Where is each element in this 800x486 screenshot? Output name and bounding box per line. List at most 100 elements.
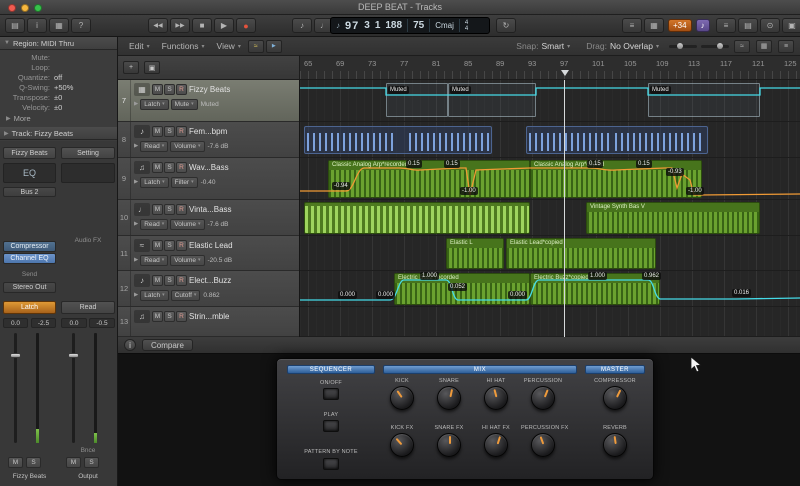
inspector-row[interactable]: Q-Swing: +50% <box>0 82 117 92</box>
automation-param-select[interactable]: Volume ▾ <box>170 140 205 152</box>
more-disclosure[interactable]: ▶ More <box>0 112 117 125</box>
cycle-icon[interactable]: ↻ <box>496 18 516 33</box>
mute-button[interactable]: M <box>152 84 163 95</box>
strip-mute-button-output[interactable]: M <box>66 457 81 468</box>
track-lane[interactable]: Classic Analog Arp*recorded Classic Anal… <box>300 158 800 200</box>
track-row[interactable]: 13 ♫ MSR Strin...mble <box>118 307 299 337</box>
automation-toggle-icon[interactable]: ≈ <box>247 39 264 53</box>
lcd-display[interactable]: ♪ 97 3 1 188 75 Cmaj 44 <box>330 17 490 34</box>
track-name[interactable]: Elect...Buzz <box>189 276 231 285</box>
track-lane[interactable]: Elastic L Elastic Lead*copied <box>300 236 800 271</box>
inspector-row[interactable]: Transpose: ±0 <box>0 92 117 102</box>
record-enable-button[interactable]: R <box>176 240 187 251</box>
track-name[interactable]: Strin...mble <box>189 312 229 321</box>
playhead[interactable] <box>564 80 565 337</box>
seq-play-button[interactable] <box>323 420 339 432</box>
solo-button[interactable]: S <box>164 275 175 286</box>
snap-select[interactable]: Snap: Smart ▾ <box>510 41 576 51</box>
track-lane[interactable]: Vintage Synth Bas V <box>300 200 800 236</box>
track-name[interactable]: Fem...bpm <box>189 127 227 136</box>
bounce-label[interactable]: Bnce <box>61 447 115 454</box>
mute-button[interactable]: M <box>152 162 163 173</box>
track-name[interactable]: Vinta...Bass <box>189 205 232 214</box>
automation-read-button[interactable]: Read <box>61 301 115 314</box>
automation-disclosure-icon[interactable]: ▶ <box>134 143 138 149</box>
track-row[interactable]: 8 ♪ MSR Fem...bpm ▶ Read ▾ Volume ▾ -7.6 d… <box>118 122 299 158</box>
track-row[interactable]: 10 ♩ MSR Vinta...Bass ▶ Read ▾ Volume ▾ -7… <box>118 200 299 236</box>
media-browser-icon[interactable]: ▣ <box>782 18 800 33</box>
minimize-button[interactable] <box>21 4 29 12</box>
channel-name-button[interactable]: Fizzy Beats <box>3 147 56 159</box>
strip-mute-button[interactable]: M <box>8 457 23 468</box>
automation-mode-select[interactable]: Latch ▾ <box>140 289 169 301</box>
volume-fader[interactable] <box>14 333 17 443</box>
strip-solo-button-output[interactable]: S <box>84 457 99 468</box>
automation-latch-button[interactable]: Latch <box>3 301 56 314</box>
compressor-knob[interactable] <box>603 386 627 410</box>
list-editors-icon[interactable]: ≡ <box>622 18 642 33</box>
reverb-knob[interactable] <box>603 433 627 457</box>
automation-param-select[interactable]: Mute ▾ <box>170 98 198 110</box>
midi-region[interactable]: Vintage Synth Bas V <box>586 202 760 234</box>
mute-button[interactable]: M <box>152 126 163 137</box>
record-button[interactable]: ● <box>236 18 256 33</box>
hi-hat-knob[interactable] <box>484 386 508 410</box>
playhead-marker[interactable] <box>561 70 569 76</box>
add-track-button[interactable]: + <box>123 61 139 74</box>
solo-button[interactable]: S <box>164 162 175 173</box>
mute-button[interactable]: M <box>152 311 163 322</box>
play-button[interactable]: ▶ <box>214 18 234 33</box>
functions-menu[interactable]: Functions ▾ <box>156 41 211 51</box>
automation-param-select[interactable]: Filter ▾ <box>170 176 198 188</box>
track-row[interactable]: 7 ▦ MSR Fizzy Beats ▶ Latch ▾ Mute ▾ Muted <box>118 80 299 122</box>
fader-thumb[interactable] <box>10 353 21 358</box>
loop-browser-icon[interactable]: ⊙ <box>760 18 780 33</box>
eq-thumbnail[interactable]: EQ <box>3 163 56 183</box>
midi-region[interactable] <box>526 126 708 154</box>
automation-disclosure-icon[interactable]: ▶ <box>134 221 138 227</box>
automation-disclosure-icon[interactable]: ▶ <box>134 101 138 107</box>
mute-button[interactable]: M <box>152 204 163 215</box>
record-enable-button[interactable]: R <box>176 311 187 322</box>
edit-menu[interactable]: Edit ▾ <box>123 41 156 51</box>
automation-disclosure-icon[interactable]: ▶ <box>134 179 138 185</box>
duplicate-track-button[interactable]: ▣ <box>144 61 160 74</box>
waveform-zoom-icon[interactable]: ≈ <box>734 39 750 53</box>
automation-mode-select[interactable]: Read ▾ <box>140 254 169 266</box>
record-enable-button[interactable]: R <box>176 162 187 173</box>
automation-param-select[interactable]: Cutoff ▾ <box>170 289 201 301</box>
library-icon[interactable]: ▤ <box>5 18 25 33</box>
on-off-button[interactable] <box>323 388 339 400</box>
inspector-row[interactable]: Mute: <box>0 52 117 62</box>
count-in-icon[interactable]: ♪ <box>292 18 312 33</box>
eq-thumbnail-output[interactable] <box>61 163 115 183</box>
automation-mode-select[interactable]: Latch ▾ <box>140 98 169 110</box>
volume-value[interactable]: 0.0 <box>3 318 28 328</box>
more-tools-icon[interactable]: ≡ <box>778 39 794 53</box>
track-lane[interactable] <box>300 122 800 158</box>
track-name[interactable]: Elastic Lead <box>189 241 233 250</box>
close-button[interactable] <box>8 4 16 12</box>
quick-help-icon[interactable]: ? <box>71 18 91 33</box>
tracks-area[interactable]: Muted Muted Muted Classic Analog Arp*rec… <box>300 80 800 337</box>
media-badge[interactable]: ♪ <box>695 19 710 32</box>
automation-mode-select[interactable]: Read ▾ <box>140 218 169 230</box>
midi-region[interactable]: Elastic L <box>446 238 504 269</box>
stop-button[interactable]: ■ <box>192 18 212 33</box>
volume-fader-output[interactable] <box>72 333 75 443</box>
snare-knob[interactable] <box>437 386 461 410</box>
forward-button[interactable]: ▶▶ <box>170 18 190 33</box>
track-lane[interactable]: Electric Buzz*recorded Electric Buzz*cop… <box>300 271 800 307</box>
compare-button[interactable]: Compare <box>142 339 193 351</box>
mute-button[interactable]: M <box>152 275 163 286</box>
record-enable-button[interactable]: R <box>176 204 187 215</box>
zoom-presets-icon[interactable]: ▦ <box>756 39 772 53</box>
midi-region[interactable]: Elastic Lead*copied <box>506 238 656 269</box>
track-inspector-header[interactable]: ▶ Track: Fizzy Beats <box>0 127 117 140</box>
editors-icon[interactable]: ≡ <box>716 18 736 33</box>
snare-fx-knob[interactable] <box>437 433 461 457</box>
kick-fx-knob[interactable] <box>390 433 414 457</box>
info-icon[interactable]: i <box>124 339 136 351</box>
track-name[interactable]: Wav...Bass <box>189 163 229 172</box>
automation-disclosure-icon[interactable]: ▶ <box>134 292 138 298</box>
